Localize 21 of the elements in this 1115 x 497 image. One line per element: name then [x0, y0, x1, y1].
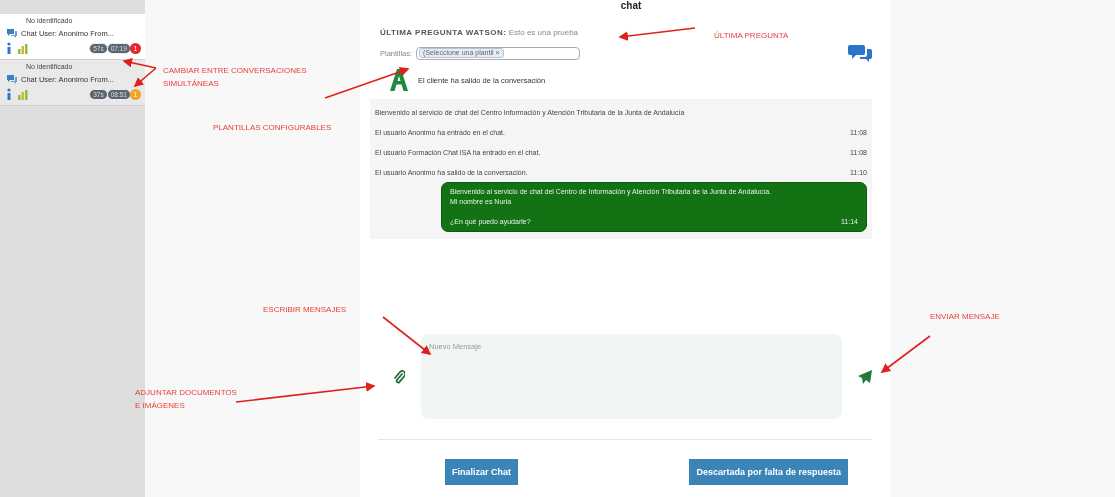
- annotation-label: PLANTILLAS CONFIGURABLES: [213, 122, 332, 134]
- chat-icon: [6, 28, 18, 38]
- annotation-label: ÚLTIMA PREGUNTA: [714, 30, 789, 42]
- bar-chart-icon: [17, 42, 28, 54]
- annotation-label: ADJUNTAR DOCUMENTOS E IMÁGENES: [135, 387, 237, 412]
- chat-icon: [6, 74, 18, 84]
- logo-icon: [390, 69, 408, 91]
- annotation-arrow: [880, 335, 931, 373]
- annotation-label: ENVIAR MENSAJE: [930, 311, 1000, 323]
- action-button[interactable]: Finalizar Chat: [445, 459, 518, 485]
- info-icon: [6, 88, 12, 100]
- page-title: chat: [620, 0, 642, 11]
- paperclip-icon[interactable]: [393, 369, 405, 384]
- annotation-label: ESCRIBIR MENSAJES: [263, 304, 347, 316]
- chat-bubbles-icon: [848, 43, 872, 63]
- bar-chart-icon: [17, 88, 28, 100]
- info-icon: [6, 42, 12, 54]
- send-icon[interactable]: [858, 369, 872, 384]
- last-question-text: ÚLTIMA PREGUNTA WATSON: Esto es una prueba: [380, 28, 579, 37]
- annotation-label: CAMBIAR ENTRE CONVERSACIONES SIMULTÁNEAS: [163, 65, 307, 90]
- action-button[interactable]: Descartada por falta de respuesta: [689, 459, 848, 485]
